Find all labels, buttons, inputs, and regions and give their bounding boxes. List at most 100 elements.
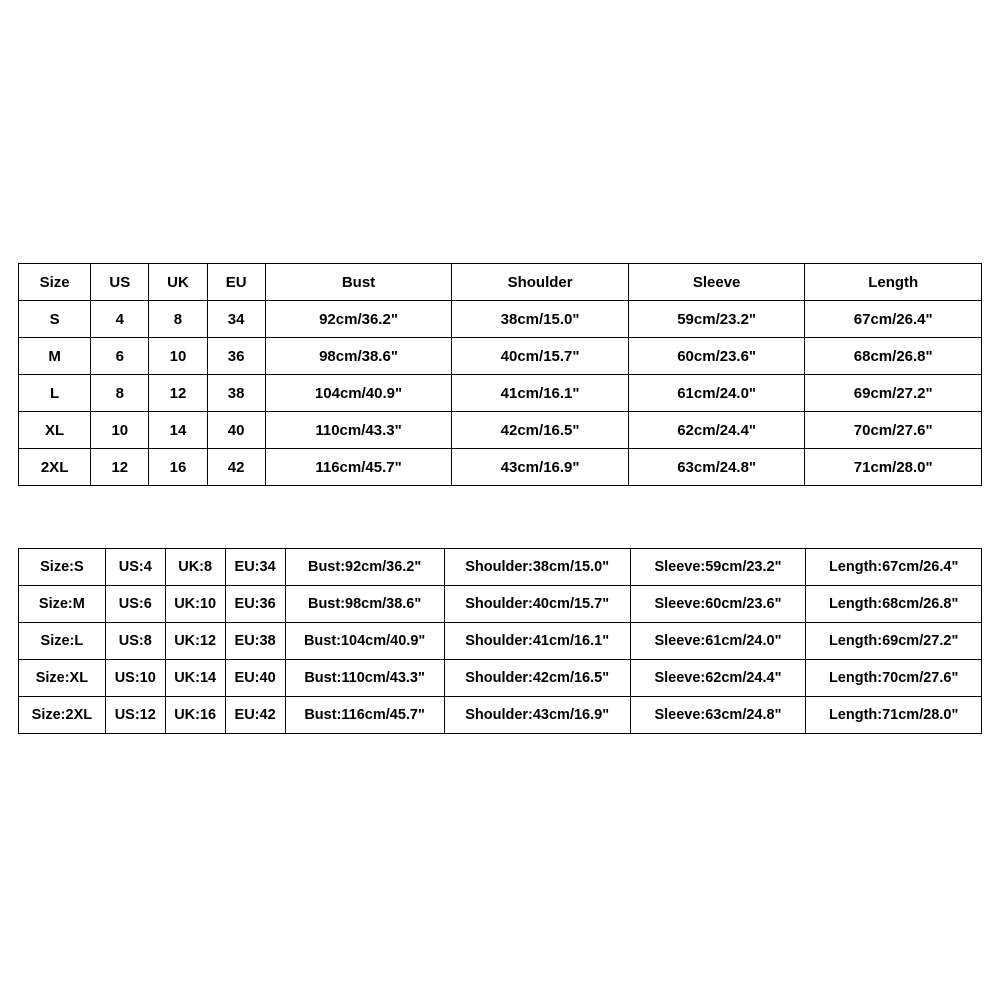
cell: 38cm/15.0"	[452, 301, 629, 338]
cell: EU:36	[225, 586, 285, 623]
table-row: L 8 12 38 104cm/40.9" 41cm/16.1" 61cm/24…	[19, 375, 982, 412]
cell: 60cm/23.6"	[628, 338, 805, 375]
table-row: Size:M US:6 UK:10 EU:36 Bust:98cm/38.6" …	[19, 586, 982, 623]
cell: L	[19, 375, 91, 412]
cell: 70cm/27.6"	[805, 412, 982, 449]
cell: Bust:92cm/36.2"	[285, 549, 444, 586]
cell: US:10	[105, 660, 165, 697]
cell: UK:16	[165, 697, 225, 734]
cell: 71cm/28.0"	[805, 449, 982, 486]
cell: Size:2XL	[19, 697, 106, 734]
cell: Bust:110cm/43.3"	[285, 660, 444, 697]
cell: 98cm/38.6"	[265, 338, 452, 375]
cell: US:8	[105, 623, 165, 660]
cell: Shoulder:40cm/15.7"	[444, 586, 630, 623]
header-row: Size US UK EU Bust Shoulder Sleeve Lengt…	[19, 264, 982, 301]
cell: Length:71cm/28.0"	[806, 697, 982, 734]
cell: 38	[207, 375, 265, 412]
cell: 67cm/26.4"	[805, 301, 982, 338]
cell: S	[19, 301, 91, 338]
cell: 10	[91, 412, 149, 449]
cell: 12	[149, 375, 207, 412]
table-row: Size:XL US:10 UK:14 EU:40 Bust:110cm/43.…	[19, 660, 982, 697]
cell: 92cm/36.2"	[265, 301, 452, 338]
cell: 68cm/26.8"	[805, 338, 982, 375]
cell: UK:14	[165, 660, 225, 697]
cell: EU:34	[225, 549, 285, 586]
cell: Shoulder:41cm/16.1"	[444, 623, 630, 660]
cell: Length:69cm/27.2"	[806, 623, 982, 660]
cell: 59cm/23.2"	[628, 301, 805, 338]
table-row: Size:S US:4 UK:8 EU:34 Bust:92cm/36.2" S…	[19, 549, 982, 586]
cell: US:12	[105, 697, 165, 734]
cell: 43cm/16.9"	[452, 449, 629, 486]
cell: US:6	[105, 586, 165, 623]
cell: 8	[149, 301, 207, 338]
size-chart-labeled: Size:S US:4 UK:8 EU:34 Bust:92cm/36.2" S…	[18, 548, 982, 734]
cell: 42cm/16.5"	[452, 412, 629, 449]
cell: Size:M	[19, 586, 106, 623]
cell: 14	[149, 412, 207, 449]
cell: 69cm/27.2"	[805, 375, 982, 412]
cell: UK:10	[165, 586, 225, 623]
cell: Bust:98cm/38.6"	[285, 586, 444, 623]
cell: Shoulder:43cm/16.9"	[444, 697, 630, 734]
col-size: Size	[19, 264, 91, 301]
cell: UK:12	[165, 623, 225, 660]
table-row: 2XL 12 16 42 116cm/45.7" 43cm/16.9" 63cm…	[19, 449, 982, 486]
col-shoulder: Shoulder	[452, 264, 629, 301]
cell: 42	[207, 449, 265, 486]
cell: Length:70cm/27.6"	[806, 660, 982, 697]
cell: Bust:104cm/40.9"	[285, 623, 444, 660]
col-eu: EU	[207, 264, 265, 301]
cell: 10	[149, 338, 207, 375]
cell: EU:40	[225, 660, 285, 697]
cell: Length:68cm/26.8"	[806, 586, 982, 623]
col-uk: UK	[149, 264, 207, 301]
cell: EU:38	[225, 623, 285, 660]
table-row: Size:L US:8 UK:12 EU:38 Bust:104cm/40.9"…	[19, 623, 982, 660]
cell: 41cm/16.1"	[452, 375, 629, 412]
cell: 8	[91, 375, 149, 412]
cell: 2XL	[19, 449, 91, 486]
col-bust: Bust	[265, 264, 452, 301]
cell: Length:67cm/26.4"	[806, 549, 982, 586]
col-length: Length	[805, 264, 982, 301]
table-row: M 6 10 36 98cm/38.6" 40cm/15.7" 60cm/23.…	[19, 338, 982, 375]
cell: 116cm/45.7"	[265, 449, 452, 486]
table-row: S 4 8 34 92cm/36.2" 38cm/15.0" 59cm/23.2…	[19, 301, 982, 338]
size-chart-headered: Size US UK EU Bust Shoulder Sleeve Lengt…	[18, 263, 982, 486]
cell: Sleeve:61cm/24.0"	[630, 623, 806, 660]
cell: 4	[91, 301, 149, 338]
cell: Sleeve:62cm/24.4"	[630, 660, 806, 697]
cell: XL	[19, 412, 91, 449]
cell: Size:S	[19, 549, 106, 586]
table-row: Size:2XL US:12 UK:16 EU:42 Bust:116cm/45…	[19, 697, 982, 734]
cell: 110cm/43.3"	[265, 412, 452, 449]
cell: Size:L	[19, 623, 106, 660]
cell: 36	[207, 338, 265, 375]
cell: 40cm/15.7"	[452, 338, 629, 375]
cell: 63cm/24.8"	[628, 449, 805, 486]
cell: Sleeve:63cm/24.8"	[630, 697, 806, 734]
cell: UK:8	[165, 549, 225, 586]
cell: 40	[207, 412, 265, 449]
cell: US:4	[105, 549, 165, 586]
cell: Sleeve:60cm/23.6"	[630, 586, 806, 623]
table-row: XL 10 14 40 110cm/43.3" 42cm/16.5" 62cm/…	[19, 412, 982, 449]
cell: 16	[149, 449, 207, 486]
cell: 12	[91, 449, 149, 486]
cell: Shoulder:38cm/15.0"	[444, 549, 630, 586]
cell: 62cm/24.4"	[628, 412, 805, 449]
cell: EU:42	[225, 697, 285, 734]
col-us: US	[91, 264, 149, 301]
cell: Shoulder:42cm/16.5"	[444, 660, 630, 697]
cell: 61cm/24.0"	[628, 375, 805, 412]
cell: Size:XL	[19, 660, 106, 697]
cell: 34	[207, 301, 265, 338]
cell: 104cm/40.9"	[265, 375, 452, 412]
cell: Bust:116cm/45.7"	[285, 697, 444, 734]
cell: 6	[91, 338, 149, 375]
col-sleeve: Sleeve	[628, 264, 805, 301]
cell: Sleeve:59cm/23.2"	[630, 549, 806, 586]
